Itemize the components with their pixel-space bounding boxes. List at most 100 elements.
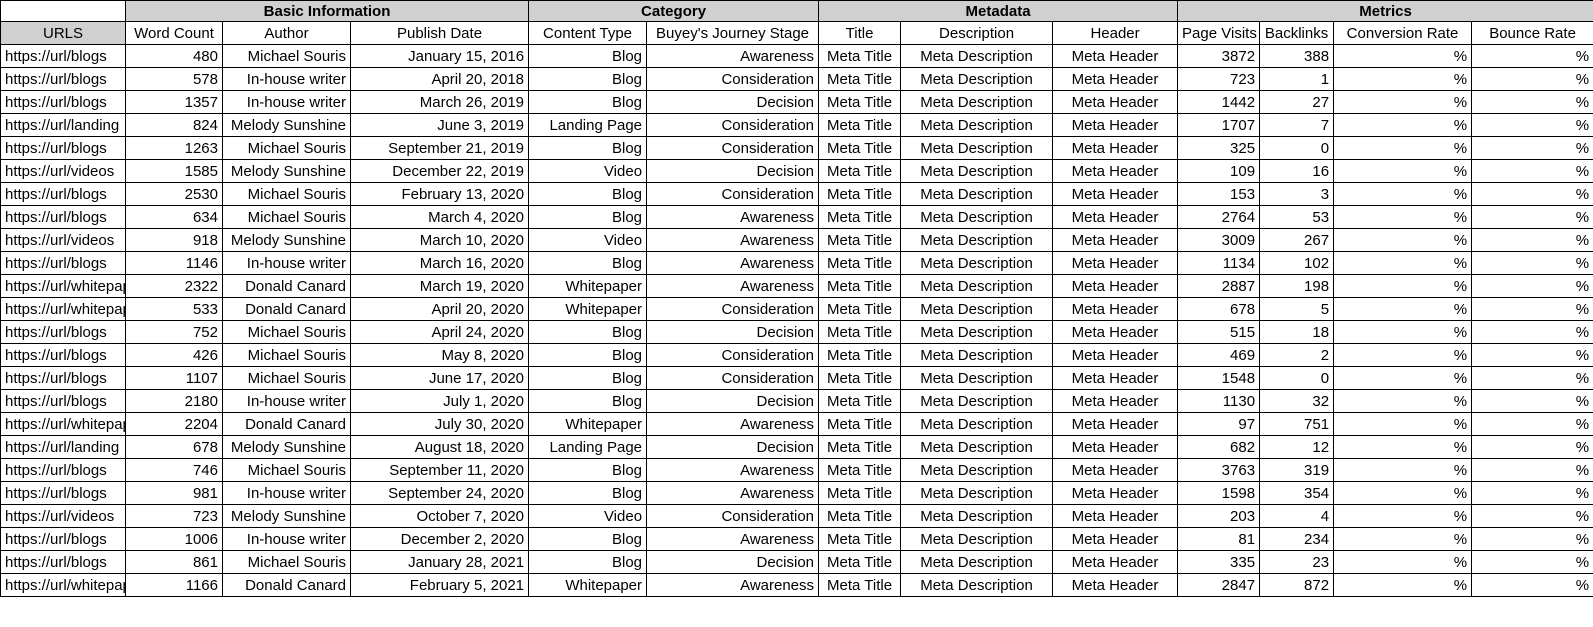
cell-publish-date[interactable]: March 4, 2020 [349,205,530,229]
cell-backlinks[interactable]: 53 [1259,205,1335,229]
cell-header[interactable]: Meta Header [1052,481,1179,505]
cell-publish-date[interactable]: October 7, 2020 [349,504,530,528]
cell-bounce-rate[interactable]: % [1471,504,1593,528]
cell-conversion-rate[interactable]: % [1333,113,1473,137]
cell-header[interactable]: Meta Header [1052,320,1179,344]
cell-description[interactable]: Meta Description [900,136,1054,160]
cell-description[interactable]: Meta Description [900,90,1054,114]
cell-description[interactable]: Meta Description [900,343,1054,367]
cell-conversion-rate[interactable]: % [1333,251,1473,275]
cell-header[interactable]: Meta Header [1052,251,1179,275]
cell-title[interactable]: Meta Title [818,504,902,528]
cell-title[interactable]: Meta Title [818,527,902,551]
cell-page-visits[interactable]: 1548 [1177,366,1261,390]
cell-title[interactable]: Meta Title [818,251,902,275]
cell-conversion-rate[interactable]: % [1333,67,1473,91]
cell-conversion-rate[interactable]: % [1333,481,1473,505]
cell-title[interactable]: Meta Title [818,412,902,436]
cell-author[interactable]: In-house writer [222,90,351,114]
cell-author[interactable]: Donald Canard [222,274,351,298]
cell-bounce-rate[interactable]: % [1471,90,1593,114]
cell-page-visits[interactable]: 723 [1177,67,1261,91]
cell-conversion-rate[interactable]: % [1333,320,1473,344]
cell-buyey-s-journey-stage[interactable]: Consideration [646,366,820,390]
cell-description[interactable]: Meta Description [900,251,1054,275]
cell-author[interactable]: Melody Sunshine [222,228,351,252]
cell-urls[interactable]: https://url/blogs [0,44,126,68]
cell-word-count[interactable]: 981 [125,481,223,505]
cell-page-visits[interactable]: 1442 [1177,90,1261,114]
cell-page-visits[interactable]: 335 [1177,550,1261,574]
cell-author[interactable]: Donald Canard [222,573,351,597]
cell-word-count[interactable]: 824 [125,113,223,137]
column-header-content-type[interactable]: Content Type [528,21,648,45]
cell-backlinks[interactable]: 18 [1259,320,1335,344]
cell-word-count[interactable]: 1146 [125,251,223,275]
cell-bounce-rate[interactable]: % [1471,274,1593,298]
cell-buyey-s-journey-stage[interactable]: Decision [646,550,820,574]
cell-conversion-rate[interactable]: % [1333,136,1473,160]
cell-urls[interactable]: https://url/blogs [0,90,126,114]
cell-buyey-s-journey-stage[interactable]: Decision [646,90,820,114]
cell-page-visits[interactable]: 1130 [1177,389,1261,413]
cell-content-type[interactable]: Blog [528,251,648,275]
cell-buyey-s-journey-stage[interactable]: Decision [646,159,820,183]
cell-buyey-s-journey-stage[interactable]: Decision [646,389,820,413]
cell-description[interactable]: Meta Description [900,481,1054,505]
column-header-urls[interactable]: URLS [0,21,126,45]
cell-header[interactable]: Meta Header [1052,504,1179,528]
cell-urls[interactable]: https://url/videos [0,159,126,183]
cell-word-count[interactable]: 1585 [125,159,223,183]
cell-title[interactable]: Meta Title [818,44,902,68]
cell-buyey-s-journey-stage[interactable]: Awareness [646,44,820,68]
cell-title[interactable]: Meta Title [818,550,902,574]
cell-buyey-s-journey-stage[interactable]: Awareness [646,205,820,229]
cell-content-type[interactable]: Blog [528,90,648,114]
cell-bounce-rate[interactable]: % [1471,366,1593,390]
cell-buyey-s-journey-stage[interactable]: Awareness [646,573,820,597]
cell-publish-date[interactable]: September 11, 2020 [349,458,530,482]
cell-header[interactable]: Meta Header [1052,297,1179,321]
cell-title[interactable]: Meta Title [818,458,902,482]
cell-urls[interactable]: https://url/blogs [0,550,126,574]
cell-publish-date[interactable]: January 15, 2016 [349,44,530,68]
cell-page-visits[interactable]: 3763 [1177,458,1261,482]
cell-header[interactable]: Meta Header [1052,573,1179,597]
cell-content-type[interactable]: Landing Page [528,113,648,137]
cell-author[interactable]: Melody Sunshine [222,159,351,183]
cell-header[interactable]: Meta Header [1052,389,1179,413]
cell-author[interactable]: Melody Sunshine [222,113,351,137]
cell-backlinks[interactable]: 16 [1259,159,1335,183]
cell-urls[interactable]: https://url/blogs [0,67,126,91]
cell-header[interactable]: Meta Header [1052,343,1179,367]
column-header-description[interactable]: Description [900,21,1054,45]
cell-author[interactable]: In-house writer [222,389,351,413]
cell-bounce-rate[interactable]: % [1471,182,1593,206]
cell-page-visits[interactable]: 81 [1177,527,1261,551]
cell-content-type[interactable]: Whitepaper [528,412,648,436]
cell-conversion-rate[interactable]: % [1333,412,1473,436]
cell-header[interactable]: Meta Header [1052,205,1179,229]
cell-backlinks[interactable]: 3 [1259,182,1335,206]
cell-title[interactable]: Meta Title [818,481,902,505]
cell-header[interactable]: Meta Header [1052,228,1179,252]
cell-author[interactable]: Michael Souris [222,343,351,367]
cell-description[interactable]: Meta Description [900,320,1054,344]
cell-bounce-rate[interactable]: % [1471,320,1593,344]
cell-buyey-s-journey-stage[interactable]: Awareness [646,481,820,505]
cell-bounce-rate[interactable]: % [1471,343,1593,367]
cell-publish-date[interactable]: July 30, 2020 [349,412,530,436]
cell-word-count[interactable]: 2530 [125,182,223,206]
cell-header[interactable]: Meta Header [1052,550,1179,574]
cell-page-visits[interactable]: 1707 [1177,113,1261,137]
column-header-buyey-s-journey-stage[interactable]: Buyey's Journey Stage [646,21,820,45]
cell-page-visits[interactable]: 678 [1177,297,1261,321]
cell-description[interactable]: Meta Description [900,205,1054,229]
cell-header[interactable]: Meta Header [1052,366,1179,390]
cell-buyey-s-journey-stage[interactable]: Awareness [646,228,820,252]
cell-backlinks[interactable]: 872 [1259,573,1335,597]
cell-content-type[interactable]: Blog [528,136,648,160]
cell-author[interactable]: Melody Sunshine [222,504,351,528]
cell-word-count[interactable]: 1263 [125,136,223,160]
cell-backlinks[interactable]: 7 [1259,113,1335,137]
